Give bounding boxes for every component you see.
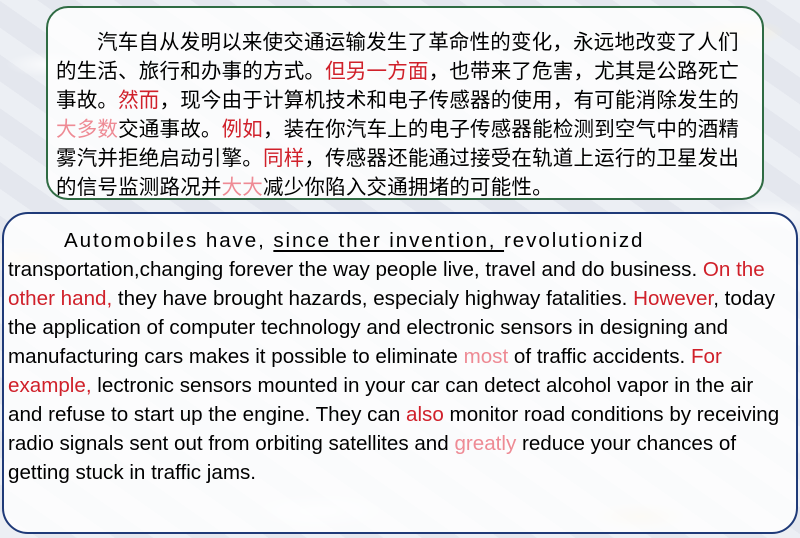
- cn-keyword-most: 大多数: [56, 117, 119, 141]
- en-keyword-greatly: greatly: [454, 432, 517, 455]
- en-sentence: they have brought hazards, especialy hig…: [112, 287, 634, 310]
- english-paragraph-box: Automobiles have, since ther invention, …: [2, 212, 798, 534]
- en-sentence: transportation,changing forever the way …: [8, 258, 703, 281]
- chinese-paragraph-box: 汽车自从发明以来使交通运输发生了革命性的变化，永远地改变了人们的生活、旅行和办事…: [46, 6, 764, 200]
- cn-transition-on-the-other-hand: 但另一方面: [325, 59, 429, 83]
- chinese-paragraph: 汽车自从发明以来使交通运输发生了革命性的变化，永远地改变了人们的生活、旅行和办事…: [56, 28, 752, 202]
- en-sentence: Automobiles have,: [64, 229, 274, 252]
- cn-sentence: ，现今由于计算机技术和电子传感器的使用，有可能消除发生的: [159, 88, 740, 112]
- cn-sentence: 减少你陷入交通拥堵的可能性。: [263, 175, 553, 199]
- cn-transition-also: 同样: [263, 146, 305, 170]
- cn-transition-for-example: 例如: [221, 117, 264, 141]
- cn-keyword-greatly: 大大: [221, 175, 264, 199]
- en-sentence: revolutionizd: [504, 229, 645, 252]
- en-underlined-phrase: since ther invention,: [273, 229, 505, 252]
- cn-transition-however: 然而: [118, 88, 160, 112]
- en-sentence: of traffic accidents.: [508, 345, 691, 368]
- en-first-line: Automobiles have, since ther invention, …: [8, 226, 790, 255]
- en-transition-however: However: [633, 287, 714, 310]
- en-keyword-most: most: [463, 345, 509, 368]
- en-transition-also: also: [406, 403, 444, 426]
- cn-sentence: 交通事故。: [118, 117, 222, 141]
- english-paragraph: Automobiles have, since ther invention, …: [8, 226, 790, 487]
